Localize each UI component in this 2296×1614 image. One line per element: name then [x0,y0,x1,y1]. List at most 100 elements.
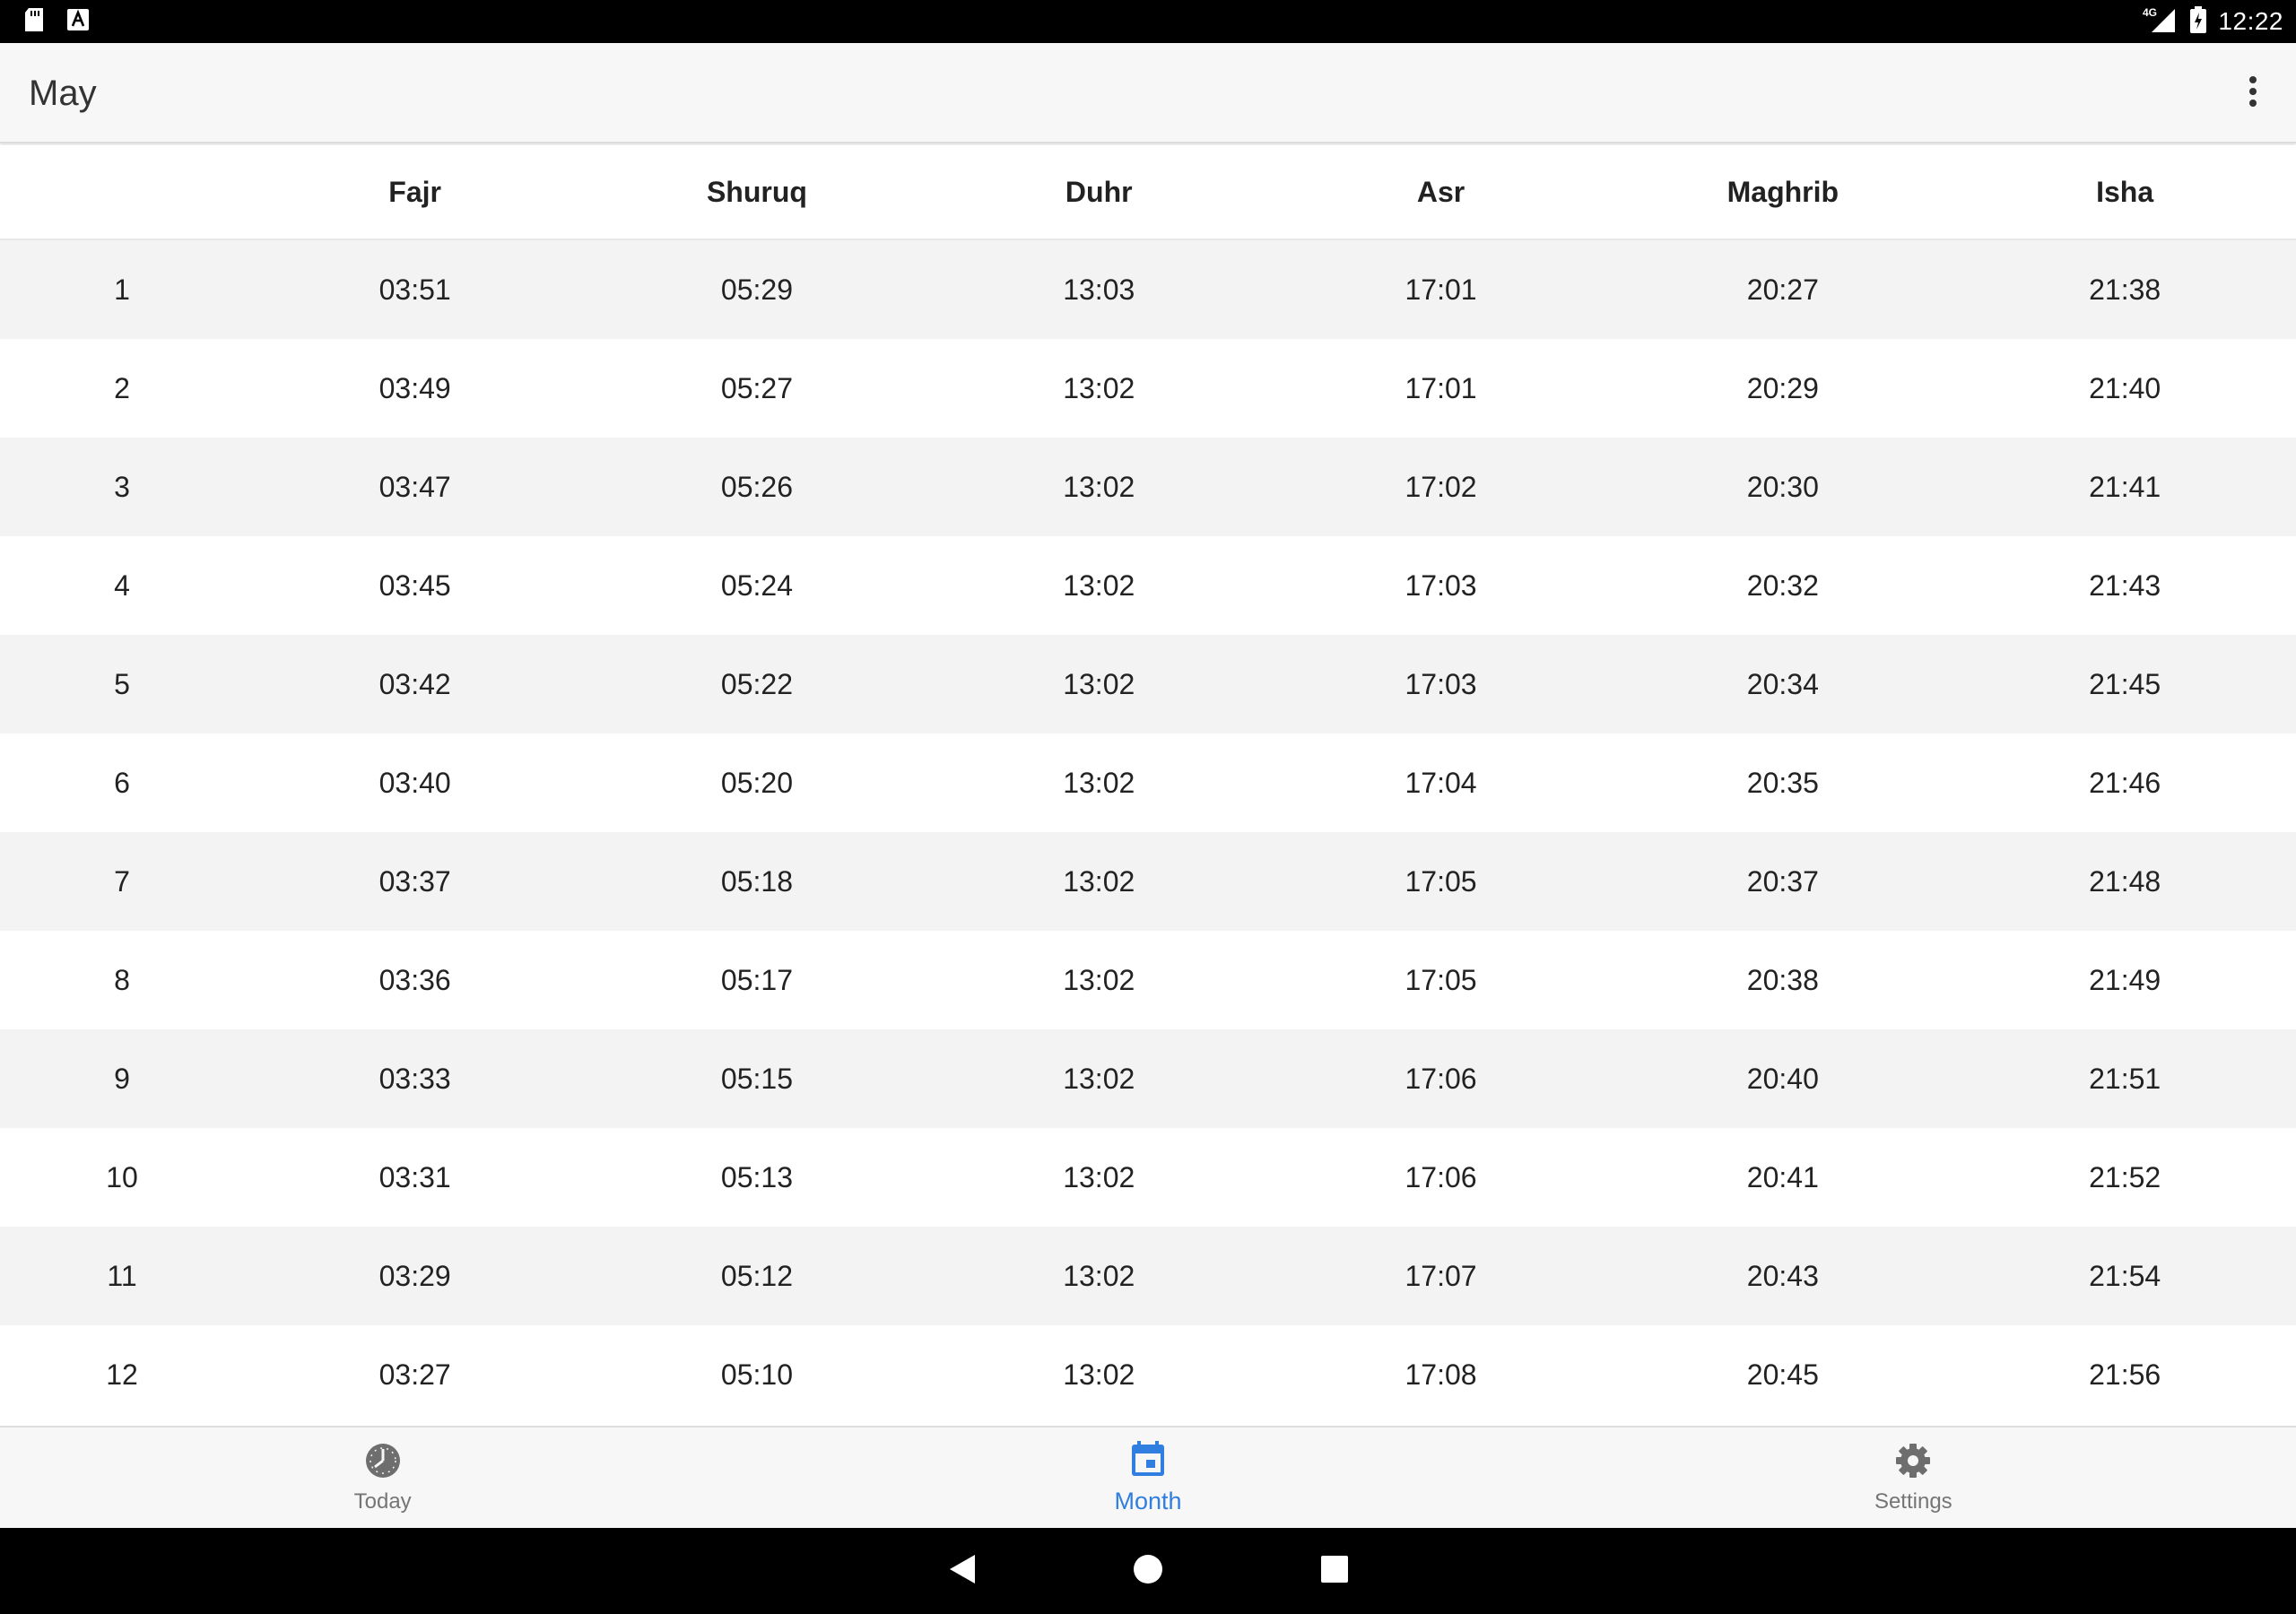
app-bar: May [0,43,2296,143]
cell-asr: 17:02 [1405,470,1477,503]
cell-isha: 21:38 [2089,273,2161,306]
cell-maghrib: 20:35 [1746,766,1819,799]
back-icon [946,1553,977,1590]
cell-shuruq: 05:20 [720,766,793,799]
nav-settings[interactable]: Settings [1531,1427,2296,1528]
table-row: 10 03:31 05:13 13:02 17:06 20:41 21:52 [0,1128,2296,1227]
bottom-navigation: Today Month Settings [0,1426,2296,1528]
cell-duhr: 13:02 [1063,766,1135,799]
cell-duhr: 13:02 [1063,963,1135,996]
recents-icon [1320,1555,1349,1588]
cell-maghrib: 20:29 [1746,371,1819,404]
cell-asr: 17:05 [1405,864,1477,898]
table-row: 5 03:42 05:22 13:02 17:03 20:34 21:45 [0,635,2296,733]
column-header-duhr: Duhr [1065,175,1133,208]
cell-shuruq: 05:24 [720,568,793,602]
column-header-isha: Isha [2096,175,2154,208]
cell-day: 6 [114,766,130,799]
cell-fajr: 03:42 [378,667,451,700]
table-row: 12 03:27 05:10 13:02 17:08 20:45 21:56 [0,1325,2296,1424]
cell-shuruq: 05:10 [720,1358,793,1391]
cell-asr: 17:04 [1405,766,1477,799]
home-icon [1132,1553,1164,1590]
cell-isha: 21:52 [2089,1160,2161,1193]
nav-today[interactable]: Today [0,1427,765,1528]
table-row: 9 03:33 05:15 13:02 17:06 20:40 21:51 [0,1029,2296,1128]
cell-maghrib: 20:38 [1746,963,1819,996]
cell-day: 1 [114,273,130,306]
cell-asr: 17:06 [1405,1160,1477,1193]
cell-maghrib: 20:34 [1746,667,1819,700]
column-header-fajr: Fajr [388,175,441,208]
cell-isha: 21:51 [2089,1062,2161,1095]
text-a-icon [66,8,90,36]
overflow-menu-button[interactable] [2224,65,2282,122]
cell-duhr: 13:02 [1063,1160,1135,1193]
cell-shuruq: 05:29 [720,273,793,306]
prayer-times-table[interactable]: Fajr Shuruq Duhr Asr Maghrib Isha 1 03:51… [0,145,2296,1426]
cell-duhr: 13:02 [1063,1062,1135,1095]
clock-icon [364,1442,402,1484]
cell-isha: 21:56 [2089,1358,2161,1391]
nav-today-label: Today [353,1488,412,1514]
cell-isha: 21:40 [2089,371,2161,404]
cell-asr: 17:06 [1405,1062,1477,1095]
home-button[interactable] [1094,1528,1202,1614]
cell-shuruq: 05:15 [720,1062,793,1095]
cell-fajr: 03:51 [378,273,451,306]
cell-maghrib: 20:37 [1746,864,1819,898]
cell-fajr: 03:47 [378,470,451,503]
battery-icon [2189,5,2207,39]
cell-fajr: 03:27 [378,1358,451,1391]
gear-icon [1894,1442,1932,1484]
network-type-label: 4G [2143,6,2157,19]
cell-day: 10 [106,1160,138,1193]
cell-day: 11 [107,1259,137,1292]
cell-fajr: 03:40 [378,766,451,799]
cell-asr: 17:03 [1405,568,1477,602]
cell-day: 4 [114,568,130,602]
cell-duhr: 13:03 [1063,273,1135,306]
status-clock: 12:22 [2218,7,2283,35]
system-navigation-bar [0,1528,2296,1614]
cell-shuruq: 05:13 [720,1160,793,1193]
cell-shuruq: 05:17 [720,963,793,996]
nav-month-label: Month [1114,1488,1182,1514]
nav-month[interactable]: Month [765,1427,1530,1528]
cell-day: 12 [106,1358,138,1391]
table-row: 2 03:49 05:27 13:02 17:01 20:29 21:40 [0,339,2296,438]
column-header-shuruq: Shuruq [706,175,807,208]
cell-asr: 17:01 [1405,273,1477,306]
cell-isha: 21:48 [2089,864,2161,898]
cell-day: 8 [114,963,130,996]
recents-button[interactable] [1281,1528,1388,1614]
table-body: 1 03:51 05:29 13:03 17:01 20:27 21:38 2 03:49 05:… [0,240,2296,1424]
table-row: 6 03:40 05:20 13:02 17:04 20:35 21:46 [0,733,2296,832]
cell-maghrib: 20:30 [1746,470,1819,503]
cell-isha: 21:54 [2089,1259,2161,1292]
cell-shuruq: 05:27 [720,371,793,404]
cell-asr: 17:03 [1405,667,1477,700]
cell-maghrib: 20:41 [1746,1160,1819,1193]
table-header-row: Fajr Shuruq Duhr Asr Maghrib Isha [0,145,2296,240]
cell-duhr: 13:02 [1063,864,1135,898]
cell-asr: 17:07 [1405,1259,1477,1292]
column-header-maghrib: Maghrib [1726,175,1839,208]
table-row: 3 03:47 05:26 13:02 17:02 20:30 21:41 [0,438,2296,536]
calendar-icon [1130,1440,1166,1482]
cell-shuruq: 05:22 [720,667,793,700]
status-bar: 4G 12:22 [0,0,2296,43]
cell-asr: 17:01 [1405,371,1477,404]
cell-fajr: 03:36 [378,963,451,996]
cell-isha: 21:46 [2089,766,2161,799]
table-row: 1 03:51 05:29 13:03 17:01 20:27 21:38 [0,240,2296,339]
table-row: 11 03:29 05:12 13:02 17:07 20:43 21:54 [0,1227,2296,1325]
column-header-asr: Asr [1416,175,1465,208]
cell-maghrib: 20:27 [1746,273,1819,306]
cell-maghrib: 20:45 [1746,1358,1819,1391]
cell-duhr: 13:02 [1063,1358,1135,1391]
cell-maghrib: 20:43 [1746,1259,1819,1292]
cell-duhr: 13:02 [1063,371,1135,404]
back-button[interactable] [908,1528,1015,1614]
cell-shuruq: 05:26 [720,470,793,503]
